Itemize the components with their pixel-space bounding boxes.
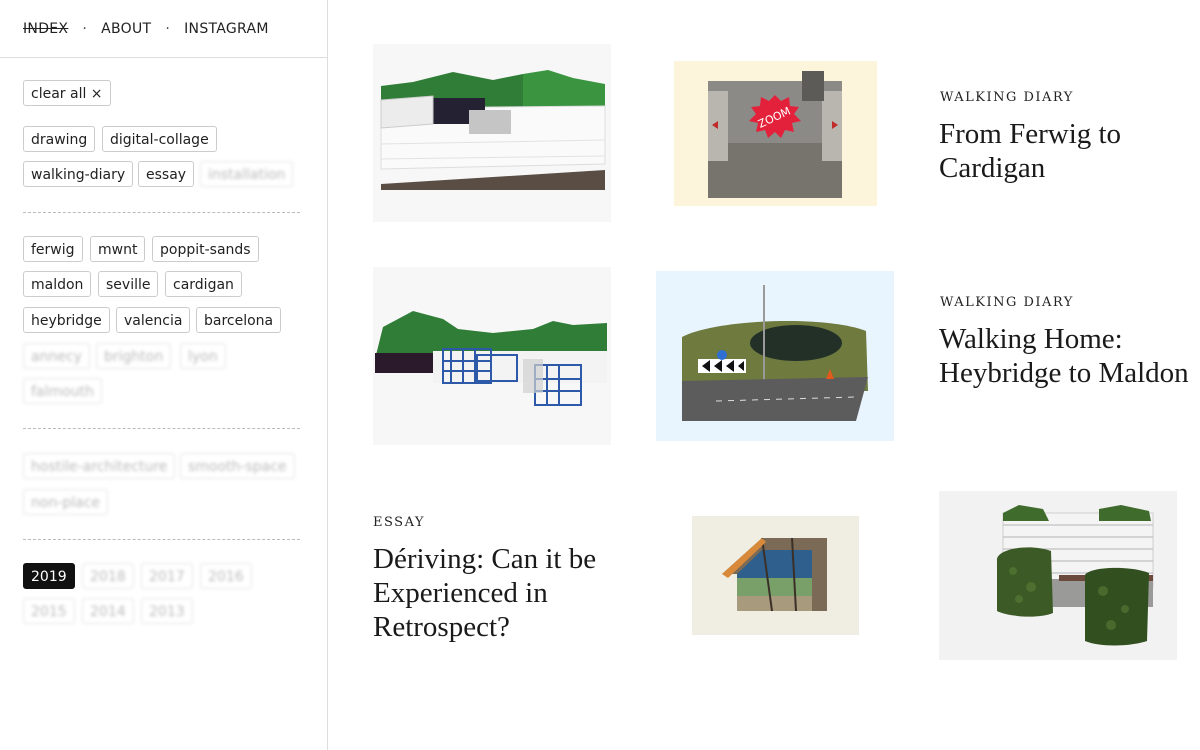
top-nav: INDEX · ABOUT · INSTAGRAM: [0, 0, 327, 58]
tag-poppit-sands[interactable]: poppit-sands: [152, 236, 259, 262]
tag-year-2017: 2017: [141, 563, 193, 589]
zoom-collage-image: ZOOM: [674, 61, 877, 206]
post-thumbnail-buildings[interactable]: [939, 491, 1177, 660]
post-thumbnail-zoom[interactable]: ZOOM: [674, 61, 877, 206]
tag-essay[interactable]: essay: [138, 161, 195, 187]
fences-drawing-image: [373, 267, 611, 445]
tag-smooth-space: smooth-space: [180, 453, 295, 479]
divider: [23, 539, 300, 540]
nav-about-link[interactable]: ABOUT: [101, 21, 151, 37]
tag-year-2013: 2013: [141, 598, 193, 624]
nav-index-link[interactable]: INDEX: [23, 21, 68, 37]
tag-maldon[interactable]: maldon: [23, 271, 92, 297]
nav-separator: ·: [82, 20, 88, 37]
tag-mwnt[interactable]: mwnt: [90, 236, 146, 262]
post-title[interactable]: From Ferwig to Cardigan: [939, 117, 1189, 185]
tag-hostile-architecture: hostile-architecture: [23, 453, 176, 479]
tag-barcelona[interactable]: barcelona: [196, 307, 282, 333]
tag-ferwig[interactable]: ferwig: [23, 236, 83, 262]
roundabout-image: [656, 271, 894, 441]
tag-cardigan[interactable]: cardigan: [165, 271, 242, 297]
tag-heybridge[interactable]: heybridge: [23, 307, 110, 333]
buildings-collage-image: [939, 491, 1177, 660]
tag-digital-collage[interactable]: digital-collage: [102, 126, 217, 152]
post-grid: ZOOM WALKING DIARY From Ferwig to Cardig…: [328, 0, 1200, 750]
post-thumbnail-collage[interactable]: [692, 516, 859, 635]
tag-year-2016: 2016: [200, 563, 252, 589]
clear-all-button[interactable]: clear all ×: [23, 80, 111, 106]
post-category: WALKING DIARY: [940, 295, 1074, 310]
post-category: ESSAY: [373, 515, 426, 530]
tag-year-2015: 2015: [23, 598, 75, 624]
tag-installation: installation: [200, 161, 294, 187]
tag-lyon: lyon: [180, 343, 226, 369]
tag-valencia[interactable]: valencia: [116, 307, 191, 333]
tag-year-2019[interactable]: 2019: [23, 563, 75, 589]
tag-falmouth: falmouth: [23, 378, 102, 404]
nav-instagram-link[interactable]: INSTAGRAM: [184, 21, 269, 37]
tag-brighton: brighton: [96, 343, 172, 369]
post-thumbnail-roundabout[interactable]: [656, 271, 894, 441]
tag-walking-diary[interactable]: walking-diary: [23, 161, 134, 187]
tag-year-2018: 2018: [82, 563, 134, 589]
bridge-collage-image: [692, 516, 859, 635]
tag-annecy: annecy: [23, 343, 90, 369]
sidebar: INDEX · ABOUT · INSTAGRAM clear all × dr…: [0, 0, 328, 750]
drawing-image: [373, 44, 611, 222]
tag-non-place: non-place: [23, 489, 109, 515]
divider: [23, 212, 300, 213]
post-thumbnail-fences[interactable]: [373, 267, 611, 445]
tag-year-2014: 2014: [82, 598, 134, 624]
divider: [23, 428, 300, 429]
post-category: WALKING DIARY: [940, 90, 1074, 105]
post-title[interactable]: Dériving: Can it be Experienced in Retro…: [373, 542, 623, 644]
tag-seville[interactable]: seville: [98, 271, 159, 297]
tag-drawing[interactable]: drawing: [23, 126, 96, 152]
nav-separator: ·: [165, 20, 171, 37]
post-title[interactable]: Walking Home: Heybridge to Maldon: [939, 322, 1189, 390]
post-thumbnail-drawing[interactable]: [373, 44, 611, 222]
